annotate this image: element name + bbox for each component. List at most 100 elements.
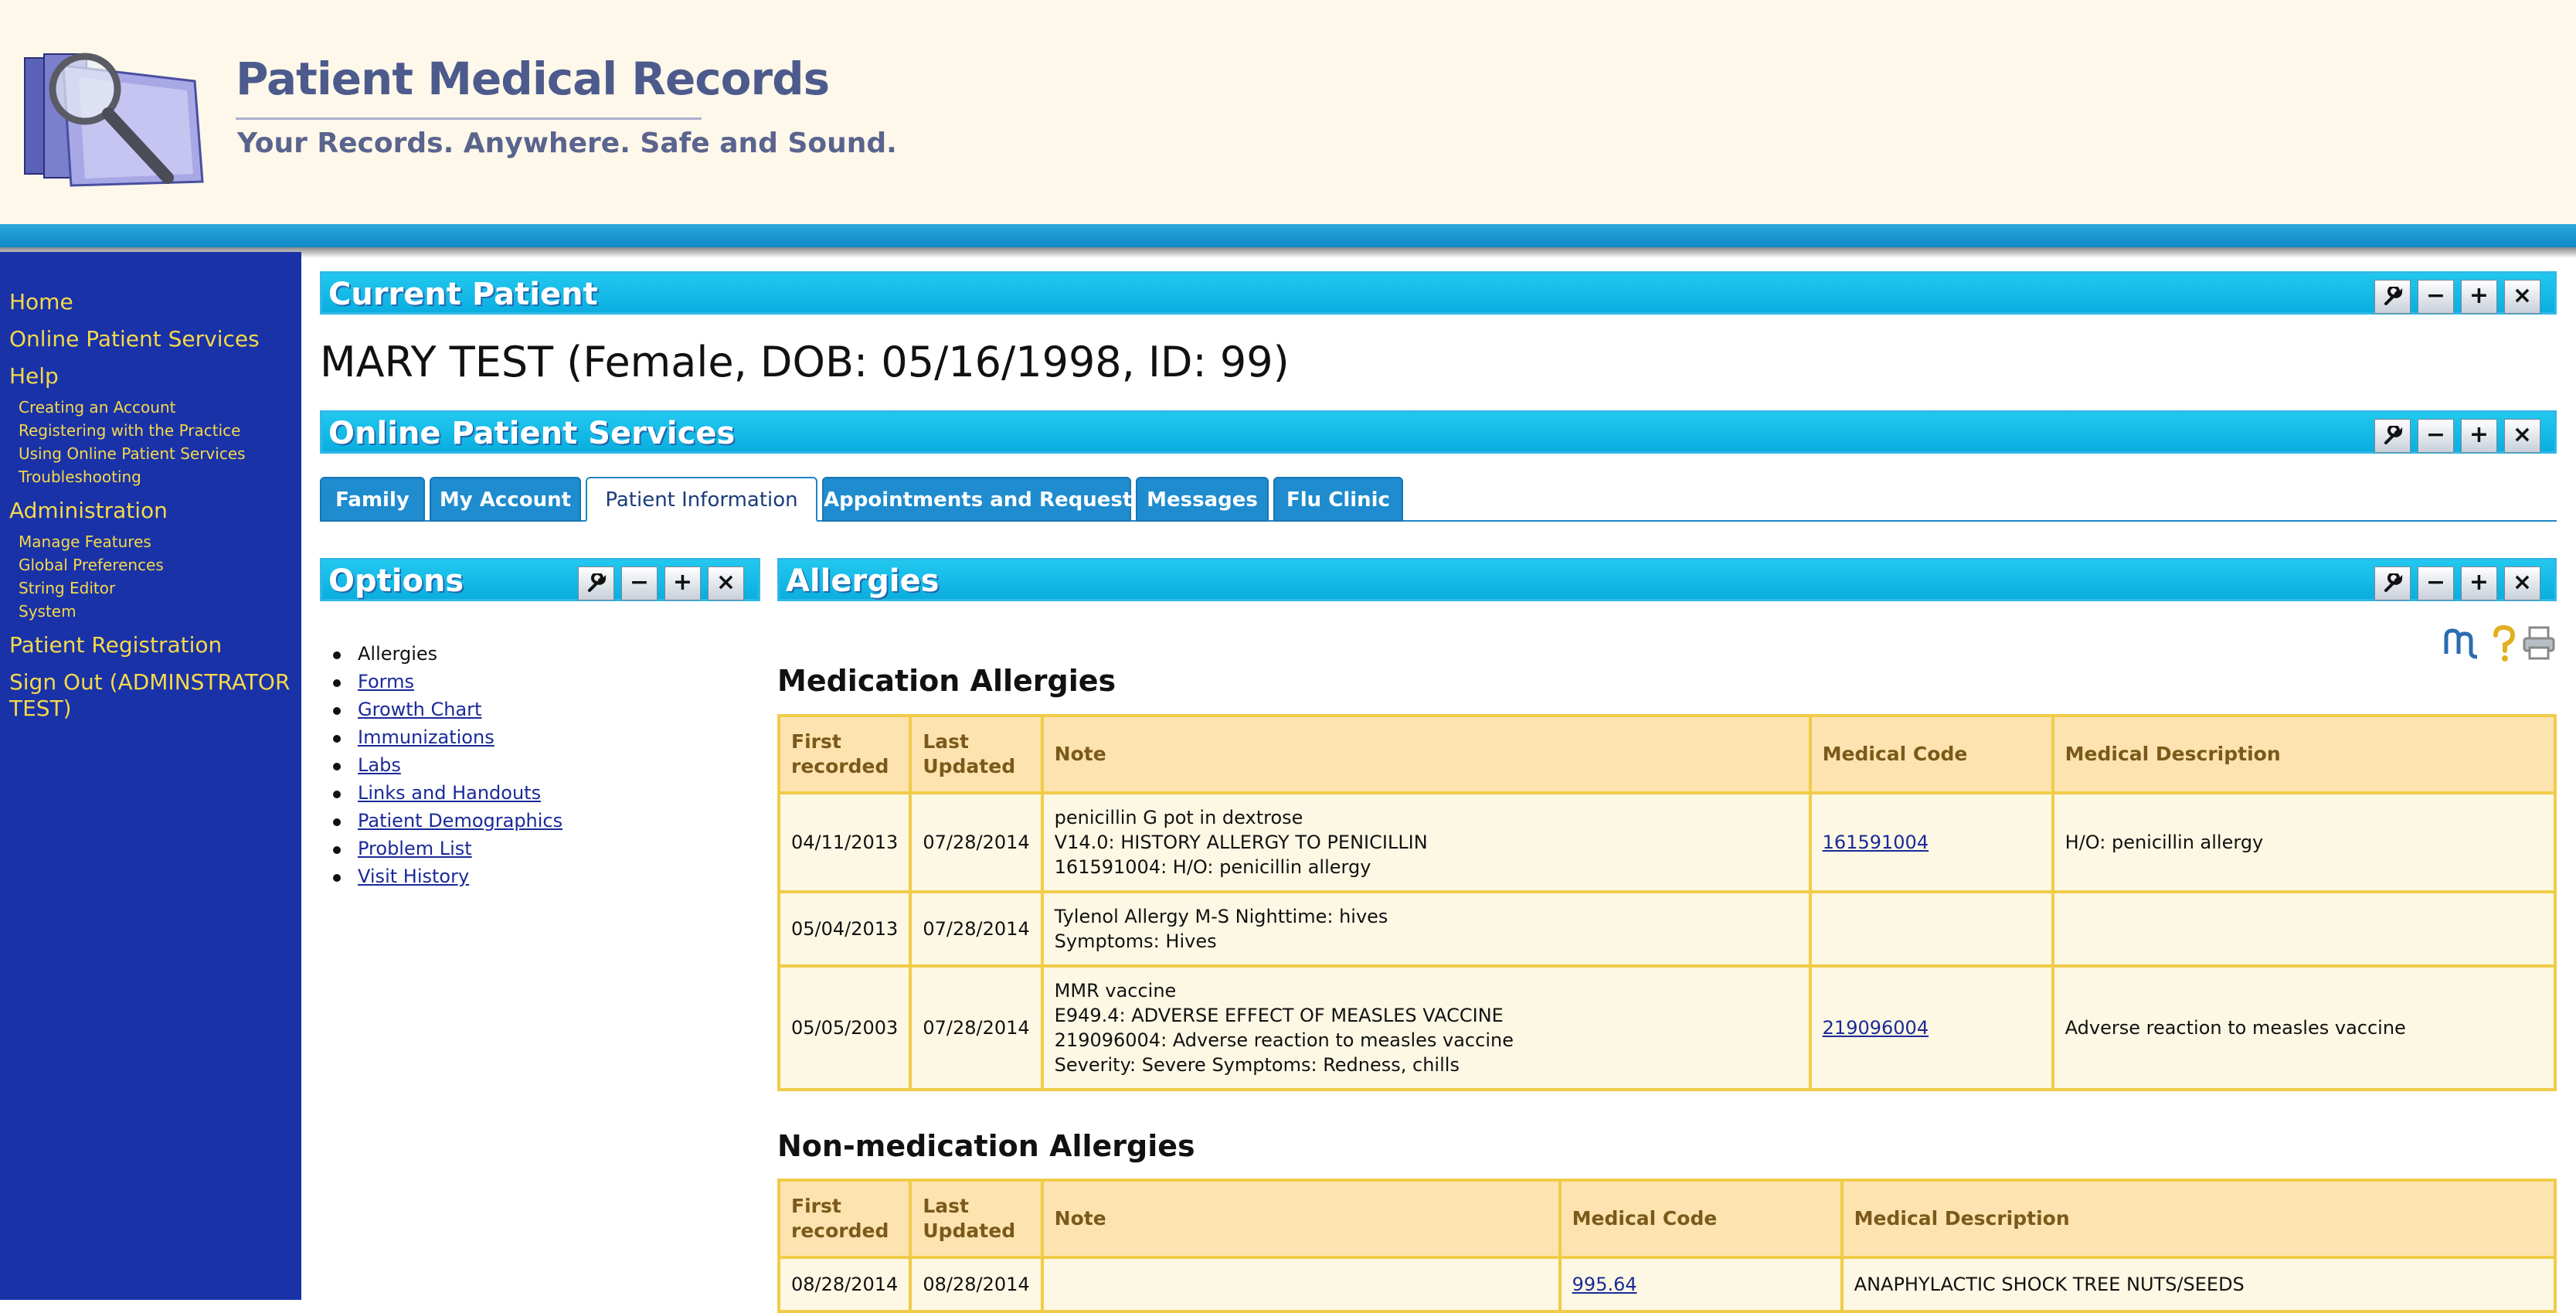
nav-help-troubleshooting[interactable]: Troubleshooting: [19, 468, 141, 486]
medical-code-link[interactable]: 161591004: [1823, 832, 1929, 853]
cell-last-updated: 07/28/2014: [909, 964, 1044, 1091]
medical-code-link[interactable]: 995.64: [1572, 1274, 1637, 1295]
nav-help-registering[interactable]: Registering with the Practice: [19, 421, 240, 440]
option-forms[interactable]: Forms: [358, 671, 414, 692]
online-services-title: Online Patient Services: [328, 416, 736, 451]
nav-admin-manage-features[interactable]: Manage Features: [19, 532, 151, 551]
nav-help-using-services[interactable]: Using Online Patient Services: [19, 444, 246, 463]
col-first-recorded: First recorded: [777, 1179, 912, 1259]
cell-first-recorded: 05/04/2013: [777, 890, 912, 968]
col-medical-description: Medical Description: [1840, 1179, 2557, 1259]
col-medical-description: Medical Description: [2051, 714, 2557, 794]
sidebar-nav: Home Online Patient Services Help Creati…: [0, 252, 301, 1300]
options-bar: Options − + ×: [320, 558, 760, 601]
cell-medical-code: 219096004: [1808, 964, 2054, 1091]
tab-messages[interactable]: Messages: [1136, 477, 1269, 522]
wrench-icon[interactable]: [2374, 419, 2411, 453]
maximize-button[interactable]: +: [664, 566, 701, 600]
close-button[interactable]: ×: [2504, 280, 2540, 314]
title-divider: [236, 117, 702, 120]
site-title: Patient Medical Records: [236, 53, 830, 105]
option-growth-chart[interactable]: Growth Chart: [358, 699, 481, 720]
col-note: Note: [1040, 714, 1812, 794]
nav-home[interactable]: Home: [9, 289, 73, 315]
cell-medical-code: 995.64: [1558, 1256, 1844, 1313]
tab-family[interactable]: Family: [320, 477, 425, 522]
cell-medical-description: Adverse reaction to measles vaccine: [2051, 964, 2557, 1091]
allergies-bar: Allergies − + ×: [777, 558, 2557, 601]
cell-note: MMR vaccine E949.4: ADVERSE EFFECT OF ME…: [1040, 964, 1812, 1091]
folders-magnifier-logo: [24, 53, 204, 187]
maximize-button[interactable]: +: [2461, 419, 2497, 453]
nav-admin-system[interactable]: System: [19, 602, 76, 621]
nav-administration[interactable]: Administration: [9, 498, 168, 524]
site-header: Patient Medical Records Your Records. An…: [0, 0, 2576, 224]
nav-patient-registration[interactable]: Patient Registration: [9, 632, 222, 658]
cell-medical-code: 161591004: [1808, 791, 2054, 893]
cell-medical-description: H/O: penicillin allergy: [2051, 791, 2557, 893]
option-labs[interactable]: Labs: [358, 754, 401, 776]
nav-help-creating-account[interactable]: Creating an Account: [19, 398, 175, 417]
close-button[interactable]: ×: [708, 566, 744, 600]
tab-my-account[interactable]: My Account: [430, 477, 581, 522]
maximize-button[interactable]: +: [2461, 566, 2497, 600]
current-patient-bar: Current Patient − + ×: [320, 271, 2557, 315]
cell-first-recorded: 04/11/2013: [777, 791, 912, 893]
nav-admin-global-preferences[interactable]: Global Preferences: [19, 556, 164, 574]
minimize-button[interactable]: −: [621, 566, 658, 600]
option-problem-list[interactable]: Problem List: [358, 838, 472, 859]
help-icon[interactable]: [2489, 624, 2517, 665]
header-stripe: [0, 224, 2576, 247]
tab-flu-clinic[interactable]: Flu Clinic: [1273, 477, 1403, 522]
option-patient-demographics[interactable]: Patient Demographics: [358, 810, 562, 832]
cell-last-updated: 08/28/2014: [909, 1256, 1044, 1313]
medication-allergies-heading: Medication Allergies: [777, 664, 1116, 698]
nav-help[interactable]: Help: [9, 363, 59, 389]
nav-admin-string-editor[interactable]: String Editor: [19, 579, 115, 597]
cell-medical-code: [1808, 890, 2054, 968]
cell-last-updated: 07/28/2014: [909, 791, 1044, 893]
wrench-icon[interactable]: [2374, 566, 2411, 600]
wrench-icon[interactable]: [2374, 280, 2411, 314]
cell-first-recorded: 05/05/2003: [777, 964, 912, 1091]
patient-name: MARY TEST (Female, DOB: 05/16/1998, ID: …: [320, 338, 1290, 386]
allergies-title: Allergies: [786, 563, 940, 599]
minimize-button[interactable]: −: [2418, 419, 2454, 453]
nav-sign-out[interactable]: Sign Out (ADMINSTRATOR TEST): [9, 669, 290, 722]
cell-note: [1040, 1256, 1562, 1313]
tab-patient-information[interactable]: Patient Information: [586, 477, 817, 522]
cell-medical-description: ANAPHYLACTIC SHOCK TREE NUTS/SEEDS: [1840, 1256, 2557, 1313]
table-row: 08/28/2014 08/28/2014 995.64 ANAPHYLACTI…: [777, 1256, 2557, 1313]
close-button[interactable]: ×: [2504, 419, 2540, 453]
col-medical-code: Medical Code: [1808, 714, 2054, 794]
col-note: Note: [1040, 1179, 1562, 1259]
option-visit-history[interactable]: Visit History: [358, 866, 469, 887]
col-first-recorded: First recorded: [777, 714, 912, 794]
non-medication-allergies-heading: Non-medication Allergies: [777, 1129, 1195, 1163]
table-header-row: First recorded Last Updated Note Medical C…: [777, 1179, 2557, 1259]
non-medication-allergies-table: First recorded Last Updated Note Medical C…: [777, 1179, 2557, 1313]
maximize-button[interactable]: +: [2461, 280, 2497, 314]
option-immunizations[interactable]: Immunizations: [358, 726, 494, 748]
site-tagline: Your Records. Anywhere. Safe and Sound.: [237, 128, 897, 159]
print-icon[interactable]: [2522, 624, 2556, 662]
cell-note: penicillin G pot in dextrose V14.0: HIST…: [1040, 791, 1812, 893]
col-last-updated: Last Updated: [909, 1179, 1044, 1259]
tab-appointments-requests[interactable]: Appointments and Requests: [822, 477, 1144, 522]
table-row: 05/04/2013 07/28/2014 Tylenol Allergy M-…: [777, 890, 2557, 968]
medical-code-link[interactable]: 219096004: [1823, 1017, 1929, 1039]
col-medical-code: Medical Code: [1558, 1179, 1844, 1259]
refresh-icon[interactable]: [2442, 624, 2485, 662]
current-patient-title: Current Patient: [328, 277, 598, 312]
minimize-button[interactable]: −: [2418, 566, 2454, 600]
options-title: Options: [328, 563, 464, 599]
minimize-button[interactable]: −: [2418, 280, 2454, 314]
option-links-handouts[interactable]: Links and Handouts: [358, 782, 541, 804]
table-row: 05/05/2003 07/28/2014 MMR vaccine E949.4…: [777, 964, 2557, 1091]
col-last-updated: Last Updated: [909, 714, 1044, 794]
close-button[interactable]: ×: [2504, 566, 2540, 600]
option-allergies: Allergies: [358, 643, 438, 665]
nav-online-patient-services[interactable]: Online Patient Services: [9, 326, 260, 352]
medication-allergies-table: First recorded Last Updated Note Medical C…: [777, 714, 2557, 1091]
wrench-icon[interactable]: [578, 566, 614, 600]
